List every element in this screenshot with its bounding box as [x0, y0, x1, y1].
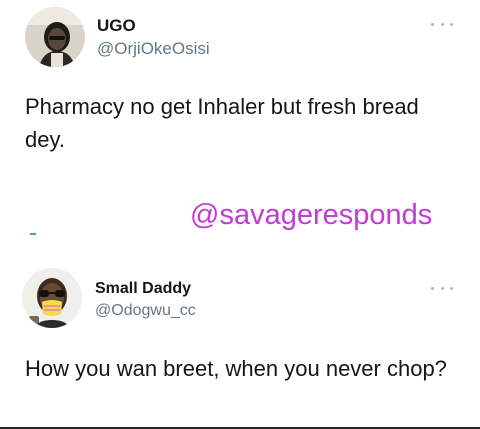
display-name[interactable]: UGO — [97, 16, 136, 36]
dot — [440, 286, 444, 290]
username-handle[interactable]: @Odogwu_cc — [95, 302, 196, 320]
watermark: @savageresponds — [190, 199, 433, 231]
dot — [440, 22, 444, 26]
dot — [431, 22, 434, 26]
username-handle[interactable]: @OrjiOkeOsisi — [97, 39, 210, 59]
dot — [450, 22, 453, 26]
dot — [450, 286, 453, 290]
more-options-icon[interactable] — [431, 19, 453, 29]
dot — [431, 286, 434, 290]
tweet-text: How you wan breet, when you never chop? — [25, 356, 447, 381]
display-name[interactable]: Small Daddy — [95, 280, 191, 298]
divider-mark — [30, 233, 36, 235]
avatar[interactable] — [25, 7, 85, 67]
tweet: Small Daddy @Odogwu_cc How you wan breet… — [0, 250, 480, 429]
tweet-text: Pharmacy no get Inhaler but fresh bread … — [25, 94, 419, 152]
avatar[interactable] — [22, 268, 82, 328]
profile-photo-icon — [22, 268, 82, 328]
more-options-icon[interactable] — [431, 283, 453, 293]
profile-photo-icon — [25, 7, 85, 67]
